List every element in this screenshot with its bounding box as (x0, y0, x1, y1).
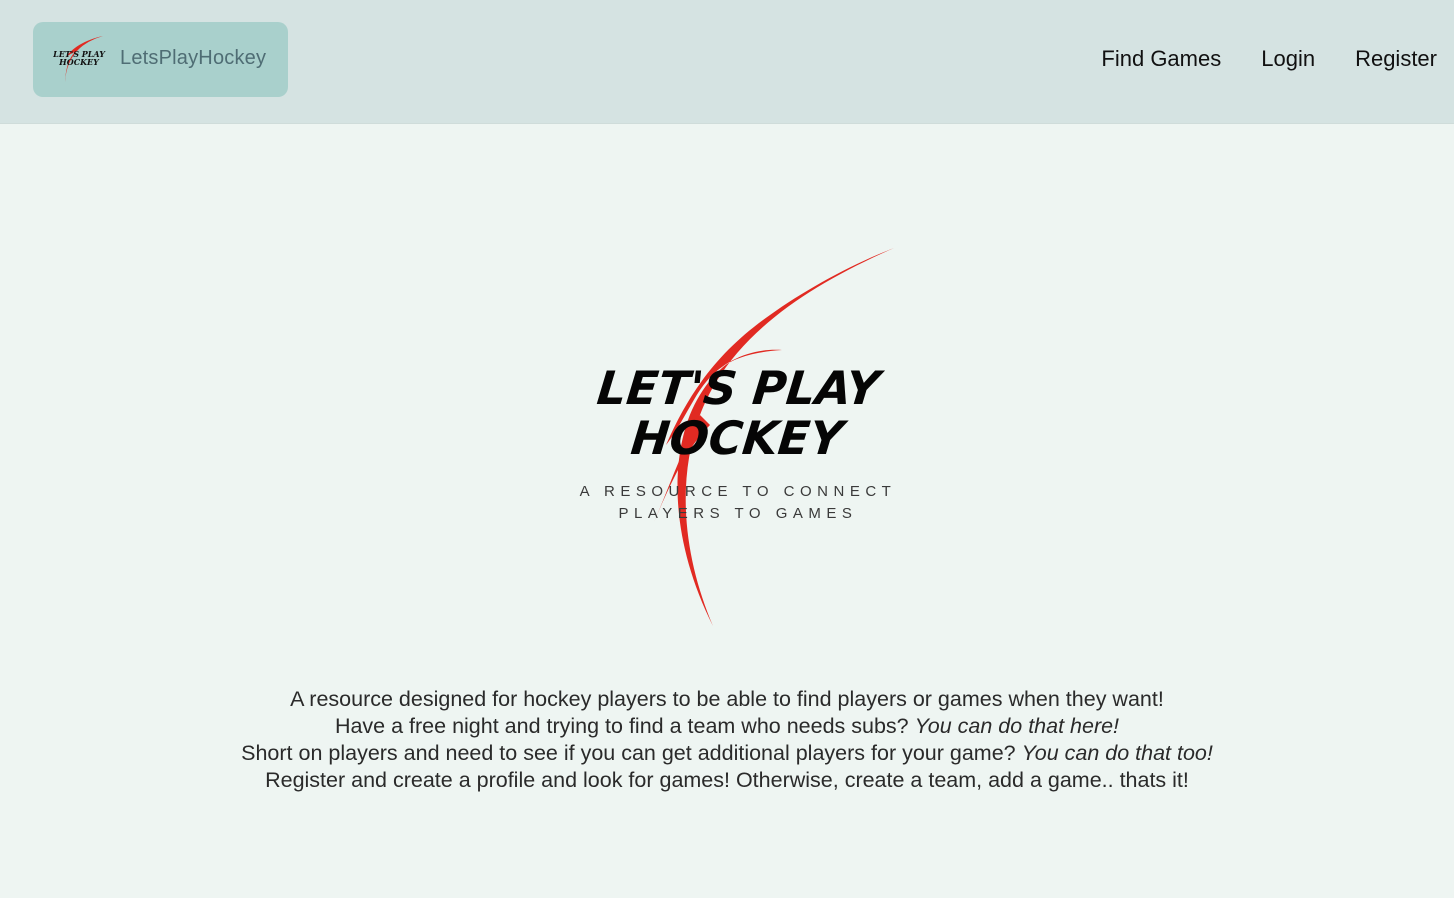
main-nav: Find Games Login Register (1101, 44, 1437, 74)
navbar: LET'S PLAY HOCKEY LetsPlayHockey Find Ga… (0, 0, 1454, 124)
description-line-2-emphasis: You can do that here! (914, 714, 1120, 738)
hero-logo: LET'S PLAY HOCKEY A RESOURCE TO CONNECT … (560, 240, 920, 640)
hero-logo-graphic: LET'S PLAY HOCKEY A RESOURCE TO CONNECT … (580, 248, 897, 626)
description-line-3-emphasis: You can do that too! (1021, 741, 1213, 765)
hero-logo-title-line1: LET'S PLAY (595, 361, 887, 415)
brand-home-link[interactable]: LET'S PLAY HOCKEY LetsPlayHockey (33, 22, 288, 97)
description-line-1: A resource designed for hockey players t… (290, 687, 1164, 711)
description-line-3-text: Short on players and need to see if you … (241, 741, 1016, 765)
description-line-4: Register and create a profile and look f… (265, 768, 1189, 792)
brand-logo: LET'S PLAY HOCKEY (53, 36, 106, 82)
description-line-2: Have a free night and trying to find a t… (0, 713, 1454, 740)
description-line-3: Short on players and need to see if you … (0, 740, 1454, 767)
nav-login-link[interactable]: Login (1261, 44, 1315, 74)
nav-find-games-link[interactable]: Find Games (1101, 44, 1221, 74)
hero-tagline-line1: A RESOURCE TO CONNECT (580, 483, 897, 500)
site-description: A resource designed for hockey players t… (0, 686, 1454, 794)
hero-logo-title-line2: HOCKEY (629, 411, 851, 465)
nav-register-link[interactable]: Register (1355, 44, 1437, 74)
brand-logo-text-line2: HOCKEY (58, 57, 100, 67)
brand-label: LetsPlayHockey (120, 47, 267, 69)
description-line-2-text: Have a free night and trying to find a t… (334, 714, 909, 738)
hero-tagline-line2: PLAYERS TO GAMES (619, 505, 858, 522)
